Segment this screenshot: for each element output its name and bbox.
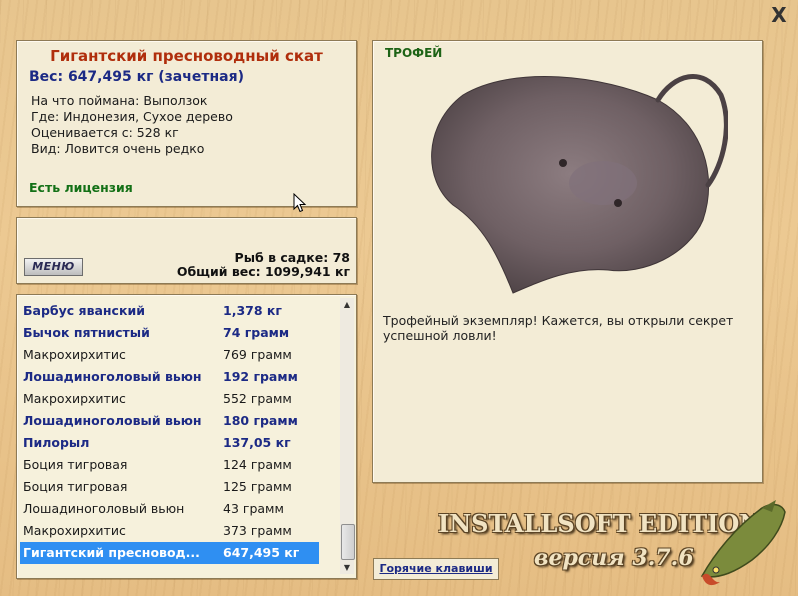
- list-item[interactable]: Лошадиноголовый вьюн 180 грамм: [20, 410, 319, 432]
- list-item[interactable]: Лошадиноголовый вьюн 192 грамм: [20, 366, 319, 388]
- fish-weight: 1,378 кг: [223, 303, 282, 318]
- fish-name: Макрохирхитис: [23, 391, 126, 406]
- catch-list[interactable]: Барбус яванский 1,378 кг Бычок пятнистый 74…: [16, 294, 357, 579]
- pike-logo-icon: [700, 500, 786, 586]
- list-item[interactable]: Пилорыл 137,05 кг: [20, 432, 319, 454]
- list-item[interactable]: Макрохирхитис 373 грамм: [20, 520, 319, 542]
- fish-weight: 124 грамм: [223, 457, 292, 472]
- list-scrollbar[interactable]: ▲ ▼: [340, 298, 355, 574]
- fish-weight: 552 грамм: [223, 391, 292, 406]
- scroll-up-icon[interactable]: ▲: [340, 298, 354, 311]
- total-weight: Общий вес: 1099,941 кг: [176, 264, 350, 279]
- list-item[interactable]: Гигантский пресновод... 647,495 кг: [20, 542, 319, 564]
- hotkeys-link[interactable]: Горячие клавиши: [373, 558, 499, 580]
- fish-weight: 373 грамм: [223, 523, 292, 538]
- list-item[interactable]: Барбус яванский 1,378 кг: [20, 300, 319, 322]
- fish-name: Макрохирхитис: [23, 347, 126, 362]
- fish-name: Гигантский пресновод...: [23, 545, 200, 560]
- list-item[interactable]: Боция тигровая 125 грамм: [20, 476, 319, 498]
- list-item[interactable]: Боция тигровая 124 грамм: [20, 454, 319, 476]
- keepnet-status-panel: МЕНЮ Рыб в садке: 78 Общий вес: 1099,941…: [16, 217, 357, 284]
- fish-weight: 137,05 кг: [223, 435, 291, 450]
- bait-line: На что поймана: Выползок: [31, 93, 208, 108]
- rarity-line: Вид: Ловится очень редко: [31, 141, 205, 156]
- fish-count: Рыб в садке: 78: [234, 250, 350, 265]
- fish-weight: Вес: 647,495 кг (зачетная): [29, 69, 244, 85]
- location-line: Где: Индонезия, Сухое дерево: [31, 109, 233, 124]
- list-item[interactable]: Макрохирхитис 552 грамм: [20, 388, 319, 410]
- fish-weight: 125 грамм: [223, 479, 292, 494]
- list-item[interactable]: Лошадиноголовый вьюн 43 грамм: [20, 498, 319, 520]
- license-status: Есть лицензия: [29, 180, 133, 195]
- fish-name: Боция тигровая: [23, 457, 128, 472]
- fish-name: Барбус яванский: [23, 303, 145, 318]
- scroll-thumb[interactable]: [341, 524, 355, 560]
- list-item[interactable]: Макрохирхитис 769 грамм: [20, 344, 319, 366]
- fish-name: Макрохирхитис: [23, 523, 126, 538]
- fish-name: Пилорыл: [23, 435, 90, 450]
- mouse-cursor-icon: [293, 193, 307, 213]
- trophy-panel: ТРОФЕЙ Трофейный экземпляр! Кажется, вы …: [372, 40, 763, 483]
- fish-weight: 769 грамм: [223, 347, 292, 362]
- version-label: версия 3.7.6: [534, 545, 694, 571]
- fish-name: Боция тигровая: [23, 479, 128, 494]
- fish-weight: 192 грамм: [223, 369, 298, 384]
- stingray-image: [431, 74, 728, 294]
- fish-weight: 180 грамм: [223, 413, 298, 428]
- close-icon[interactable]: X: [769, 5, 789, 25]
- value-line: Оценивается с: 528 кг: [31, 125, 179, 140]
- fish-name: Бычок пятнистый: [23, 325, 150, 340]
- fish-name: Лошадиноголовый вьюн: [23, 369, 202, 384]
- fish-weight: 74 грамм: [223, 325, 290, 340]
- list-item[interactable]: Бычок пятнистый 74 грамм: [20, 322, 319, 344]
- fish-title: Гигантский пресноводный скат: [50, 47, 323, 65]
- fish-weight: 43 грамм: [223, 501, 284, 516]
- scroll-down-icon[interactable]: ▼: [340, 561, 354, 574]
- fish-weight: 647,495 кг: [223, 545, 300, 560]
- menu-button[interactable]: МЕНЮ: [24, 258, 83, 276]
- fish-name: Лошадиноголовый вьюн: [23, 501, 185, 516]
- trophy-description: Трофейный экземпляр! Кажется, вы открыли…: [383, 313, 734, 343]
- fish-name: Лошадиноголовый вьюн: [23, 413, 202, 428]
- fish-info-panel: Гигантский пресноводный скат Вес: 647,49…: [16, 40, 357, 207]
